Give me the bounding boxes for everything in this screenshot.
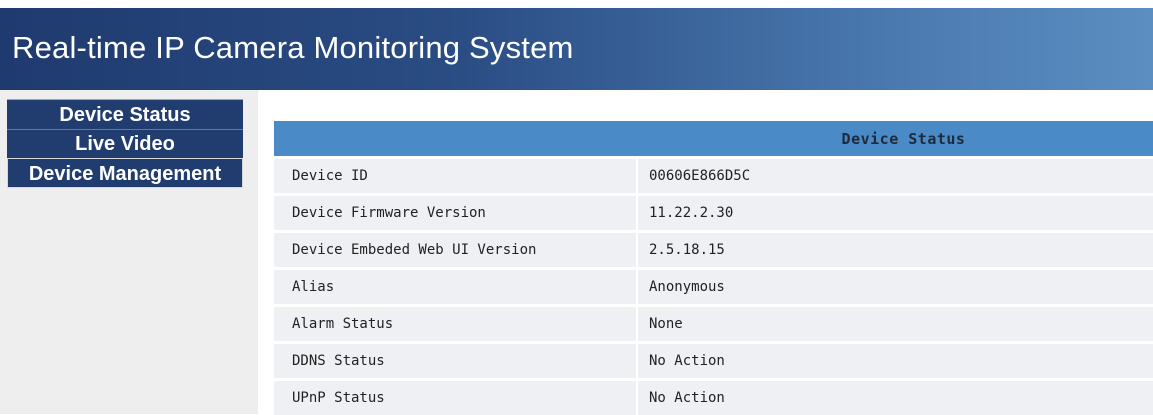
row-value-alias: Anonymous	[637, 269, 1153, 306]
row-label-web-ui-version: Device Embeded Web UI Version	[274, 232, 637, 269]
table-row: UPnP Status No Action	[274, 380, 1153, 415]
row-label-upnp-status: UPnP Status	[274, 380, 637, 415]
row-label-device-id: Device ID	[274, 158, 637, 195]
row-value-device-id: 00606E866D5C	[637, 158, 1153, 195]
main-content: Device Status Device ID 00606E866D5C Dev…	[258, 90, 1153, 414]
row-label-alarm-status: Alarm Status	[274, 306, 637, 343]
sidebar: Device Status Live Video Device Manageme…	[0, 90, 258, 414]
app-header: Real-time IP Camera Monitoring System	[0, 8, 1153, 90]
row-value-web-ui-version: 2.5.18.15	[637, 232, 1153, 269]
table-header-row: Device Status	[274, 121, 1153, 158]
table-row: Device ID 00606E866D5C	[274, 158, 1153, 195]
table-row: Alarm Status None	[274, 306, 1153, 343]
row-value-ddns-status: No Action	[637, 343, 1153, 380]
table-row: Device Embeded Web UI Version 2.5.18.15	[274, 232, 1153, 269]
top-border	[0, 0, 1153, 8]
row-label-ddns-status: DDNS Status	[274, 343, 637, 380]
row-label-firmware-version: Device Firmware Version	[274, 195, 637, 232]
device-status-table: Device Status Device ID 00606E866D5C Dev…	[274, 121, 1153, 415]
table-row: DDNS Status No Action	[274, 343, 1153, 380]
row-value-upnp-status: No Action	[637, 380, 1153, 415]
row-value-alarm-status: None	[637, 306, 1153, 343]
table-row: Alias Anonymous	[274, 269, 1153, 306]
sidebar-item-device-status[interactable]: Device Status	[7, 99, 243, 129]
sidebar-item-device-management[interactable]: Device Management	[7, 158, 243, 188]
table-row: Device Firmware Version 11.22.2.30	[274, 195, 1153, 232]
row-value-firmware-version: 11.22.2.30	[637, 195, 1153, 232]
sidebar-item-live-video[interactable]: Live Video	[7, 129, 243, 158]
app-title: Real-time IP Camera Monitoring System	[12, 30, 574, 66]
table-title: Device Status	[274, 121, 1153, 158]
row-label-alias: Alias	[274, 269, 637, 306]
